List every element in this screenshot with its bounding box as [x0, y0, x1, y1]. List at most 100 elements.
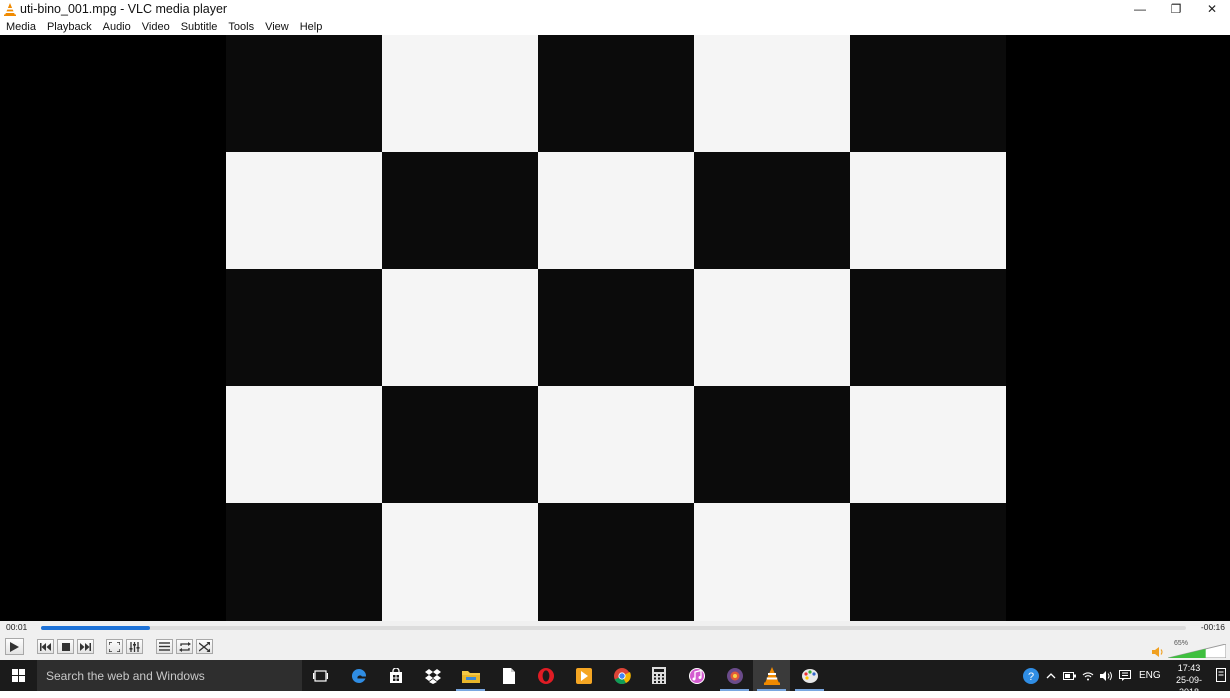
taskbar-document[interactable] [490, 660, 527, 691]
shuffle-button[interactable] [196, 639, 213, 654]
checker-square-light [694, 503, 850, 621]
windows-taskbar: Search the web and Windows ? ENG 17:43 2… [0, 660, 1230, 697]
folder-icon [461, 670, 480, 683]
taskbar-app-gear[interactable] [716, 660, 753, 691]
video-area[interactable] [0, 35, 1230, 621]
checker-square-light [694, 35, 850, 152]
seek-progress [41, 626, 150, 630]
taskbar-media-player[interactable] [565, 660, 602, 691]
taskbar-chrome[interactable] [603, 660, 640, 691]
wifi-icon[interactable] [1082, 671, 1094, 681]
taskbar-calculator[interactable] [640, 660, 677, 691]
next-icon [80, 642, 91, 651]
media-player-icon [575, 667, 592, 684]
volume-tray-icon[interactable] [1100, 670, 1113, 681]
music-note-icon [688, 667, 705, 684]
chevron-up-icon[interactable] [1046, 672, 1056, 679]
remaining-time: -00:16 [1200, 622, 1225, 632]
task-view-icon [313, 669, 328, 682]
previous-icon [40, 642, 51, 651]
checker-square-dark [226, 269, 382, 386]
seek-row: 00:01 -00:16 [0, 621, 1230, 634]
menu-view[interactable]: View [259, 21, 294, 33]
volume-slider[interactable] [1168, 644, 1226, 658]
checker-square-dark [226, 503, 382, 621]
playlist-button[interactable] [156, 639, 173, 654]
menu-audio[interactable]: Audio [97, 21, 136, 33]
task-view-button[interactable] [302, 660, 339, 691]
menu-media[interactable]: Media [0, 21, 41, 33]
taskbar-search[interactable]: Search the web and Windows [37, 660, 302, 691]
paint-palette-icon [801, 668, 818, 683]
previous-button[interactable] [37, 639, 54, 654]
taskbar-file-explorer[interactable] [452, 660, 489, 691]
seek-slider[interactable] [41, 626, 1186, 630]
menu-help[interactable]: Help [294, 21, 328, 33]
restore-button[interactable]: ❐ [1158, 0, 1194, 18]
title-bar[interactable]: uti-bino_001.mpg - VLC media player — ❐ … [0, 0, 1230, 18]
checker-square-light [226, 386, 382, 503]
vlc-cone-icon [4, 2, 16, 16]
loop-icon [178, 641, 191, 652]
checker-square-dark [538, 269, 694, 386]
menu-video[interactable]: Video [136, 21, 175, 33]
checkerboard-video-frame [226, 35, 1006, 621]
notification-icon[interactable] [1216, 668, 1226, 682]
taskbar-vlc[interactable] [753, 660, 790, 691]
checker-square-dark [850, 269, 1006, 386]
checker-square-light [850, 386, 1006, 503]
loop-button[interactable] [176, 639, 193, 654]
shuffle-icon [199, 641, 210, 652]
dropbox-icon [424, 668, 441, 684]
taskbar-edge[interactable] [340, 660, 377, 691]
checker-square-light [382, 269, 538, 386]
taskbar-opera[interactable] [527, 660, 564, 691]
edge-browser-icon [351, 668, 366, 683]
opera-browser-icon [537, 667, 554, 684]
close-button[interactable]: ✕ [1194, 0, 1230, 18]
checker-square-dark [850, 35, 1006, 152]
checker-square-light [850, 152, 1006, 269]
start-button[interactable] [0, 660, 37, 691]
checker-square-dark [694, 152, 850, 269]
taskbar-paint[interactable] [791, 660, 828, 691]
checker-square-light [382, 35, 538, 152]
menu-tools[interactable]: Tools [222, 21, 259, 33]
chrome-browser-icon [613, 667, 631, 684]
next-button[interactable] [77, 639, 94, 654]
windows-logo-icon [12, 669, 25, 682]
taskbar-store[interactable] [377, 660, 414, 691]
checker-square-dark [382, 152, 538, 269]
menu-playback[interactable]: Playback [41, 21, 97, 33]
search-placeholder: Search the web and Windows [46, 668, 205, 683]
battery-icon[interactable] [1063, 671, 1076, 680]
fullscreen-button[interactable] [106, 639, 123, 654]
checker-square-light [382, 503, 538, 621]
play-button[interactable] [5, 638, 24, 655]
svg-text:?: ? [1028, 671, 1034, 683]
checker-square-dark [538, 503, 694, 621]
extended-settings-button[interactable] [126, 639, 143, 654]
playlist-icon [159, 642, 170, 651]
action-center-icon[interactable] [1119, 670, 1131, 681]
app-icon [726, 667, 743, 684]
help-icon[interactable]: ? [1022, 667, 1040, 685]
minimize-button[interactable]: — [1122, 0, 1158, 18]
checker-square-dark [694, 386, 850, 503]
document-icon [502, 667, 515, 684]
vlc-icon [763, 666, 780, 685]
store-icon [389, 667, 402, 683]
speaker-icon[interactable] [1152, 646, 1164, 658]
checker-square-light [226, 152, 382, 269]
checker-square-dark [850, 503, 1006, 621]
menu-subtitle[interactable]: Subtitle [175, 21, 223, 33]
checker-square-dark [226, 35, 382, 152]
taskbar-dropbox[interactable] [414, 660, 451, 691]
menu-bar: Media Playback Audio Video Subtitle Tool… [0, 18, 1230, 35]
taskbar-itunes[interactable] [678, 660, 715, 691]
clock[interactable]: 17:43 25-09-2018 [1166, 662, 1212, 698]
language-indicator[interactable]: ENG [1139, 670, 1161, 681]
checker-square-dark [382, 386, 538, 503]
stop-button[interactable] [57, 639, 74, 654]
clock-date: 25-09-2018 [1175, 675, 1202, 697]
